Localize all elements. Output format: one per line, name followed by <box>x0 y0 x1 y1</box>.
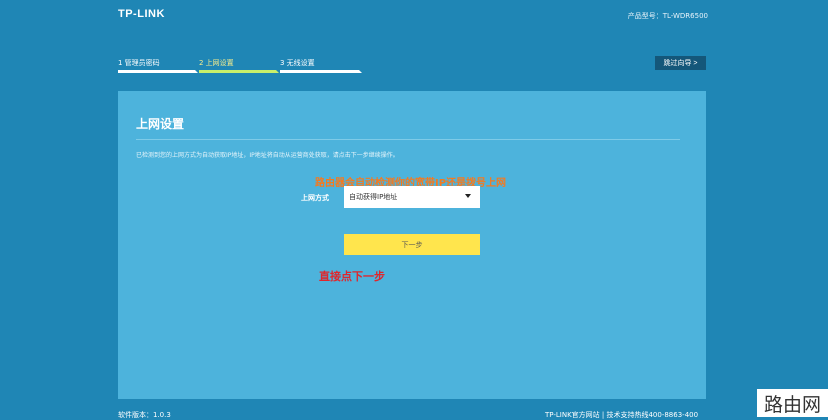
detection-description: 已检测到您的上网方式为自动获取IP地址，IP地址将自动从运营商处获取，请点击下一… <box>136 152 399 159</box>
watermark: 路由网 <box>757 389 828 417</box>
title-divider <box>136 139 680 140</box>
dropdown-arrow-icon <box>465 194 471 198</box>
step-wireless-settings-bar <box>280 70 362 73</box>
step-wireless-settings: 3 无线设置 <box>280 59 315 67</box>
step-admin-password-bar <box>118 70 198 73</box>
skip-wizard-button[interactable]: 跳过向导 > <box>655 56 706 70</box>
connection-type-select[interactable]: 自动获得IP地址 <box>344 186 480 208</box>
tp-link-logo: TP-LINK <box>118 8 165 20</box>
page-title: 上网设置 <box>136 117 185 131</box>
wizard-steps: 1 管理员密码 2 上网设置 3 无线设置 <box>118 58 368 78</box>
step-internet-settings-bar <box>199 70 279 73</box>
step-admin-password: 1 管理员密码 <box>118 59 160 67</box>
step-internet-settings: 2 上网设置 <box>199 59 234 67</box>
annotation-click-next: 直接点下一步 <box>319 270 385 283</box>
connection-type-value: 自动获得IP地址 <box>349 193 398 201</box>
product-model: 产品型号：TL-WDR6500 <box>627 12 708 20</box>
next-button[interactable]: 下一步 <box>344 234 480 255</box>
connection-type-label: 上网方式 <box>301 194 329 202</box>
software-version: 软件版本：1.0.3 <box>118 411 171 419</box>
setup-panel: 上网设置 已检测到您的上网方式为自动获取IP地址，IP地址将自动从运营商处获取，… <box>118 91 706 399</box>
footer-links[interactable]: TP-LINK官方网站 | 技术支持热线400-8863-400 <box>545 410 698 420</box>
